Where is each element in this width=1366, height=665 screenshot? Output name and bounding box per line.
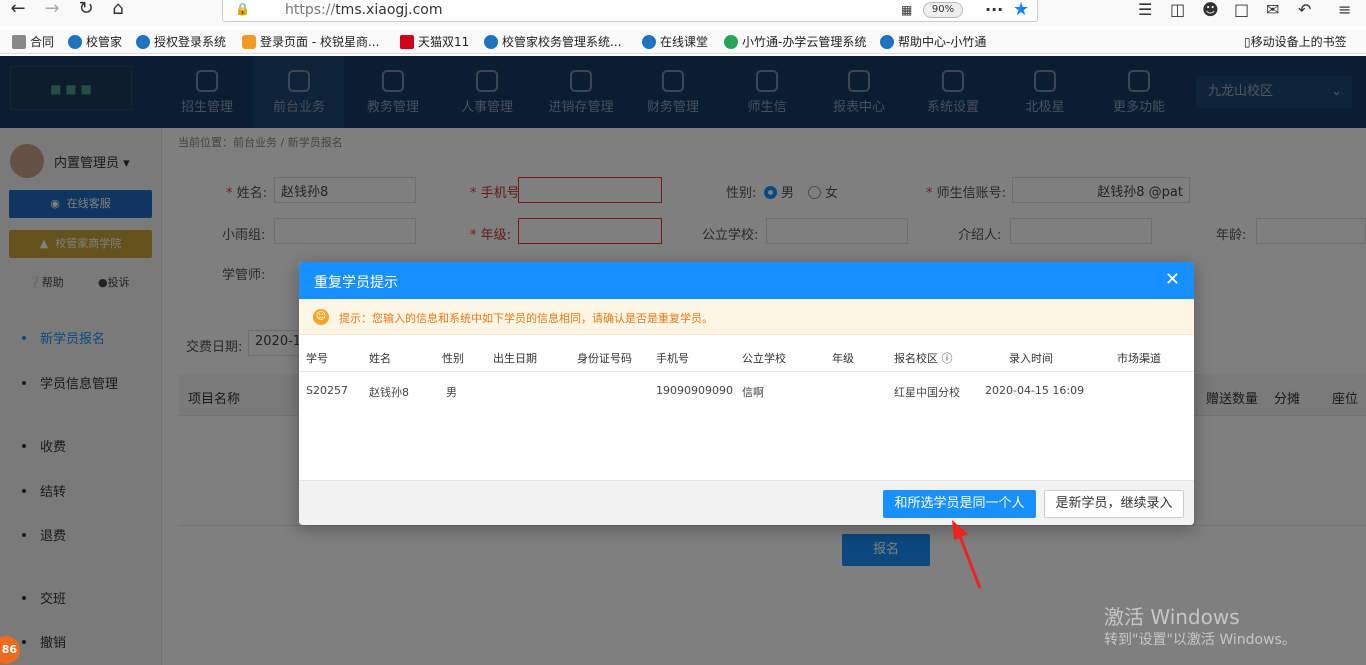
col-time: 录入时间 [1009,352,1053,365]
url-bar[interactable]: 🔒 https://tms.xiaogj.com ▦ 90% ··· ★ [222,0,1038,22]
qr-icon[interactable]: ▦ [901,3,912,17]
bookmark-2[interactable]: 授权登录系统 [136,33,226,50]
dialog-table-header: 学号 姓名 性别 出生日期 身份证号码 手机号 公立学校 年级 报名校区 ⓘ 录… [299,342,1194,372]
cell-phone: 19090909090 [656,384,733,397]
bookmarks-bar: 合同 校管家 授权登录系统 登录页面 - 校锐星商... 天猫双11 校管家校务… [0,30,1366,54]
bookmark-8[interactable]: 帮助中心-小竹通 [880,33,986,50]
bookmark-0[interactable]: 合同 [12,33,54,50]
cell-campus: 红星中国分校 [894,386,960,399]
col-grade: 年级 [832,352,854,365]
undo-icon[interactable]: ↶ [1298,0,1311,19]
crop-icon[interactable]: □ [1234,0,1249,19]
bookmark-favicon [12,35,26,49]
reload-icon[interactable]: ↻ [74,0,98,20]
help-circle-icon[interactable]: ⓘ [942,352,953,365]
col-phone: 手机号 [656,352,689,365]
bookmark-favicon [880,35,894,49]
warning-icon: ☺ [313,309,329,325]
bookmark-favicon [68,35,82,49]
bookmark-favicon [242,35,256,49]
menu-icon[interactable]: ≡ [1338,0,1351,19]
account-icon[interactable]: ☻ [1202,0,1219,19]
col-name: 姓名 [369,352,391,365]
bookmark-favicon [724,35,738,49]
bookmark-favicon [642,35,656,49]
col-student-id: 学号 [306,352,328,365]
bookmark-favicon [400,35,414,49]
bookmark-favicon [484,35,498,49]
col-channel: 市场渠道 [1117,352,1161,365]
bookmark-6[interactable]: 在线课堂 [642,33,708,50]
cell-name: 赵钱孙8 [369,386,409,399]
sidebar-icon[interactable]: ◫ [1170,0,1185,19]
cell-time: 2020-04-15 16:09 [985,384,1085,397]
bookmark-star-icon[interactable]: ★ [1013,0,1029,20]
cell-gender: 男 [446,386,457,399]
url-text: https://tms.xiaogj.com [285,2,443,18]
bookmark-7[interactable]: 小竹通-办学云管理系统 [724,33,866,50]
bookmark-5[interactable]: 校管家校务管理系统... [484,33,621,50]
close-icon[interactable]: ✕ [1165,269,1180,290]
col-idcard: 身份证号码 [577,352,632,365]
zoom-level[interactable]: 90% [923,2,963,18]
browser-toolbar: ← → ↻ ⌂ 🔒 https://tms.xiaogj.com ▦ 90% ·… [0,0,1366,26]
dialog-title: 重复学员提示 [314,275,398,291]
bookmark-3[interactable]: 登录页面 - 校锐星商... [242,33,379,50]
phone-icon: ▯ [1244,35,1251,49]
mobile-bookmarks[interactable]: ▯移动设备上的书签 [1244,33,1347,50]
new-student-button[interactable]: 是新学员，继续录入 [1044,490,1184,518]
warning-alert: ☺ 提示：您输入的信息和系统中如下学员的信息相同，请确认是否是重复学员。 [299,299,1194,335]
duplicate-student-dialog: 重复学员提示 ✕ ☺ 提示：您输入的信息和系统中如下学员的信息相同，请确认是否是… [299,262,1194,525]
dialog-footer: 和所选学员是同一个人 是新学员，继续录入 [299,480,1194,525]
bookmark-favicon [136,35,150,49]
chat-icon[interactable]: ✉ [1266,0,1279,19]
col-birth: 出生日期 [493,352,537,365]
home-icon[interactable]: ⌂ [106,0,130,20]
dialog-header: 重复学员提示 ✕ [299,262,1194,299]
alert-text: 提示：您输入的信息和系统中如下学员的信息相同，请确认是否是重复学员。 [339,312,713,325]
col-campus: 报名校区 ⓘ [894,352,953,365]
annotation-arrow-icon [952,520,982,589]
col-school: 公立学校 [742,352,786,365]
windows-watermark-text: 转到"设置"以激活 Windows。 [1104,632,1296,648]
windows-watermark-title: 激活 Windows [1104,605,1240,629]
lock-icon: 🔒 [235,2,250,16]
table-row[interactable]: S20257 赵钱孙8 男 19090909090 信啊 红星中国分校 2020… [299,374,1194,408]
cell-school: 信啊 [742,386,764,399]
back-icon[interactable]: ← [6,0,30,20]
bookmark-1[interactable]: 校管家 [68,33,122,50]
forward-icon[interactable]: → [40,0,64,20]
bookmark-4[interactable]: 天猫双11 [400,33,469,50]
library-icon[interactable]: ☰ [1138,0,1152,19]
cell-id: S20257 [306,384,348,397]
col-gender: 性别 [442,352,464,365]
page-actions-icon[interactable]: ··· [985,0,1003,19]
